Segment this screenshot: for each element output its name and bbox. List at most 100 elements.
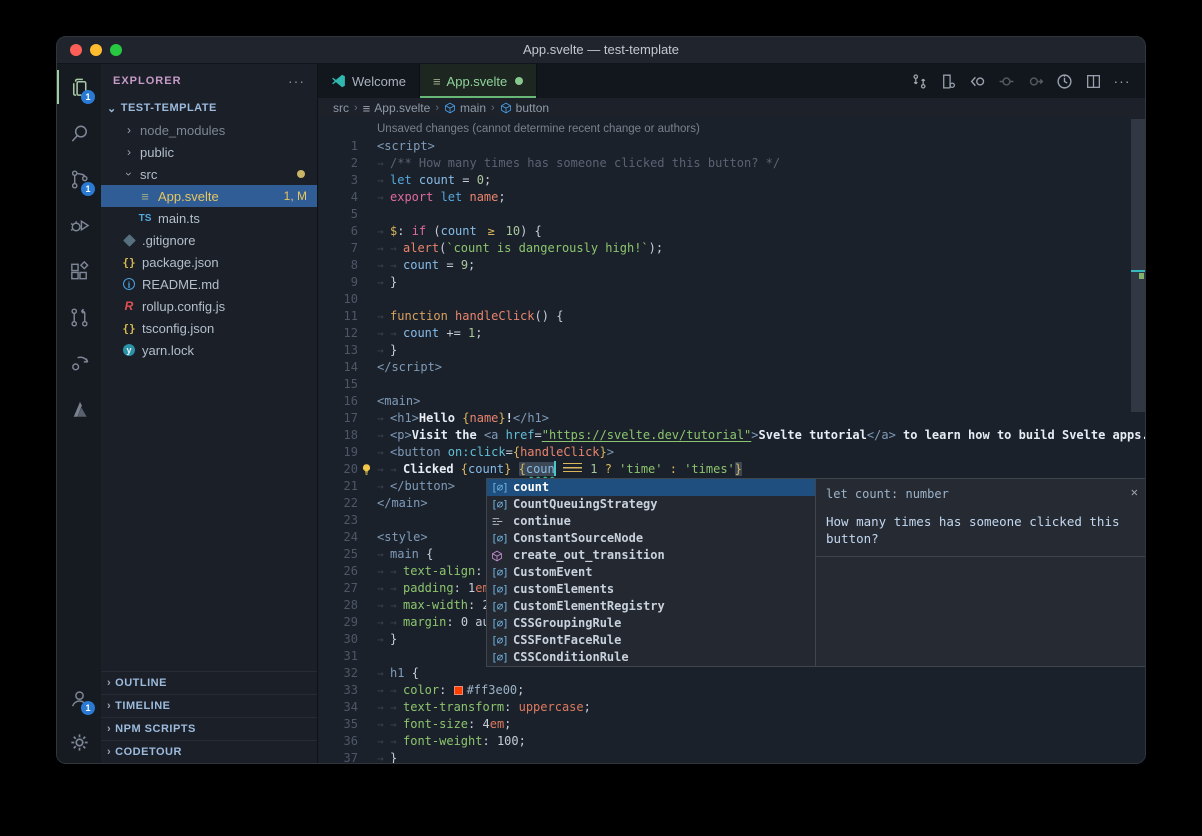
suggestion-item-count[interactable]: [∅]count [487,479,815,496]
tree-item-rollup-config-js[interactable]: Rrollup.config.js [101,295,317,317]
tree-item-label: README.md [142,277,317,292]
suggestion-item-cssgroupingrule[interactable]: [∅]CSSGroupingRule [487,615,815,632]
tree-item--gitignore[interactable]: .gitignore [101,229,317,251]
code-line[interactable]: 20→→Clicked {count} {coun 1 ? 'time' : '… [318,461,1145,478]
title-bar[interactable]: App.svelte — test-template [57,37,1145,64]
tree-item-tsconfig-json[interactable]: {}tsconfig.json [101,317,317,339]
suggestion-item-create_out_transition[interactable]: create_out_transition [487,547,815,564]
code-line[interactable]: 33→→color: #ff3e00; [318,682,1145,699]
tree-item-yarn-lock[interactable]: yyarn.lock [101,339,317,361]
breadcrumb-item-main[interactable]: main [444,101,486,115]
run-debug-icon[interactable] [57,202,101,248]
sidebar-section-outline[interactable]: ›OUTLINE [101,671,317,694]
breadcrumb-item-app-svelte[interactable]: ≡App.svelte [363,101,431,116]
explorer-sidebar: EXPLORER ··· ⌄ TEST-TEMPLATE ›node_modul… [101,64,318,763]
git-compare-icon[interactable] [908,70,930,92]
chevron-expanded-icon[interactable]: › [122,166,136,182]
tree-item-app-svelte[interactable]: ≡App.svelte1, M [101,185,317,207]
workspace-root-row[interactable]: ⌄ TEST-TEMPLATE [101,97,317,119]
tree-item-public[interactable]: ›public [101,141,317,163]
section-label: OUTLINE [115,677,167,689]
close-icon[interactable]: ✕ [1131,484,1138,501]
code-line[interactable]: 37→} [318,750,1145,763]
code-line[interactable]: 12→→count += 1; [318,325,1145,342]
suggestion-item-countqueuingstrategy[interactable]: [∅]CountQueuingStrategy [487,496,815,513]
live-share-icon[interactable] [57,340,101,386]
open-changes-icon[interactable] [937,70,959,92]
sidebar-section-timeline[interactable]: ›TIMELINE [101,694,317,717]
symbol-variable-icon: [∅] [491,649,513,666]
tree-item-node-modules[interactable]: ›node_modules [101,119,317,141]
suggestion-item-continue[interactable]: continue [487,513,815,530]
code-line[interactable]: 15 [318,376,1145,393]
search-icon[interactable] [57,110,101,156]
code-line[interactable]: 14</script> [318,359,1145,376]
settings-gear-icon[interactable] [57,721,101,763]
more-actions-icon[interactable]: ··· [1111,70,1133,92]
code-line[interactable]: 17→<h1>Hello {name}!</h1> [318,410,1145,427]
sidebar-more-actions-icon[interactable]: ··· [288,73,305,89]
sidebar-section-npm-scripts[interactable]: ›NPM SCRIPTS [101,717,317,740]
suggestion-item-cssconditionrule[interactable]: [∅]CSSConditionRule [487,649,815,666]
suggestion-item-constantsourcenode[interactable]: [∅]ConstantSourceNode [487,530,815,547]
unsaved-dot-icon[interactable] [515,77,523,85]
code-line[interactable]: 11→function handleClick() { [318,308,1145,325]
file-type-icon [121,236,137,245]
code-line[interactable]: 7→→alert(`count is dangerously high!`); [318,240,1145,257]
code-line[interactable]: 34→→text-transform: uppercase; [318,699,1145,716]
breadcrumb-item-src[interactable]: src [333,101,349,115]
tree-item-main-ts[interactable]: TSmain.ts [101,207,317,229]
code-line[interactable]: 10 [318,291,1145,308]
code-line[interactable]: 4→export let name; [318,189,1145,206]
code-line-content: →→count = 9; [377,257,475,274]
tab-label: Welcome [352,74,406,89]
sidebar-header: EXPLORER ··· [101,64,317,97]
code-line[interactable]: 1<script> [318,138,1145,155]
code-line[interactable]: 16<main> [318,393,1145,410]
code-line[interactable]: 9→} [318,274,1145,291]
code-line[interactable]: 3→let count = 0; [318,172,1145,189]
breadcrumb-label: button [516,101,549,115]
go-back-icon[interactable] [966,70,988,92]
run-timer-icon[interactable] [1053,70,1075,92]
breadcrumb-item-button[interactable]: button [500,101,549,115]
code-line[interactable]: 35→→font-size: 4em; [318,716,1145,733]
chevron-collapsed-icon[interactable]: › [121,145,137,159]
code-line[interactable]: 2→/** How many times has someone clicked… [318,155,1145,172]
problems-modified-badge: 1, M [284,189,307,203]
explorer-icon[interactable]: 1 [57,64,101,110]
symbol-variable-icon: [∅] [491,632,513,649]
blame-annotation: Unsaved changes (cannot determine recent… [377,118,1145,138]
code-line[interactable]: 19→<button on:click={handleClick}> [318,444,1145,461]
vertical-scrollbar[interactable] [1131,119,1145,412]
suggestion-item-cssfontfacerule[interactable]: [∅]CSSFontFaceRule [487,632,815,649]
split-editor-icon[interactable] [1082,70,1104,92]
chevron-collapsed-icon[interactable]: › [121,123,137,137]
azure-icon[interactable] [57,386,101,432]
code-line[interactable]: 13→} [318,342,1145,359]
code-editor[interactable]: Unsaved changes (cannot determine recent… [318,118,1145,763]
tree-item-readme-md[interactable]: iREADME.md [101,273,317,295]
code-line[interactable]: 5 [318,206,1145,223]
code-line[interactable]: 18→<p>Visit the <a href="https://svelte.… [318,427,1145,444]
code-line[interactable]: 8→→count = 9; [318,257,1145,274]
line-number: 35 [318,716,358,733]
suggestion-item-customevent[interactable]: [∅]CustomEvent [487,564,815,581]
source-control-icon[interactable]: 1 [57,156,101,202]
code-line[interactable]: 6→$: if (count ≥ 10) { [318,223,1145,240]
account-icon[interactable]: 1 [57,675,101,721]
github-pull-request-icon[interactable] [57,294,101,340]
tab-app-svelte[interactable]: ≡ App.svelte [420,64,537,98]
code-line[interactable]: 36→→font-weight: 100; [318,733,1145,750]
code-action-lightbulb-icon[interactable] [360,463,373,476]
line-number: 27 [318,580,358,597]
extensions-icon[interactable] [57,248,101,294]
code-line[interactable]: 32→h1 { [318,665,1145,682]
color-swatch[interactable] [454,686,463,695]
tab-welcome[interactable]: Welcome [318,64,420,98]
suggestion-item-customelementregistry[interactable]: [∅]CustomElementRegistry [487,598,815,615]
tree-item-package-json[interactable]: {}package.json [101,251,317,273]
suggestion-item-customelements[interactable]: [∅]customElements [487,581,815,598]
tree-item-src[interactable]: ›src [101,163,317,185]
sidebar-section-codetour[interactable]: ›CODETOUR [101,740,317,763]
